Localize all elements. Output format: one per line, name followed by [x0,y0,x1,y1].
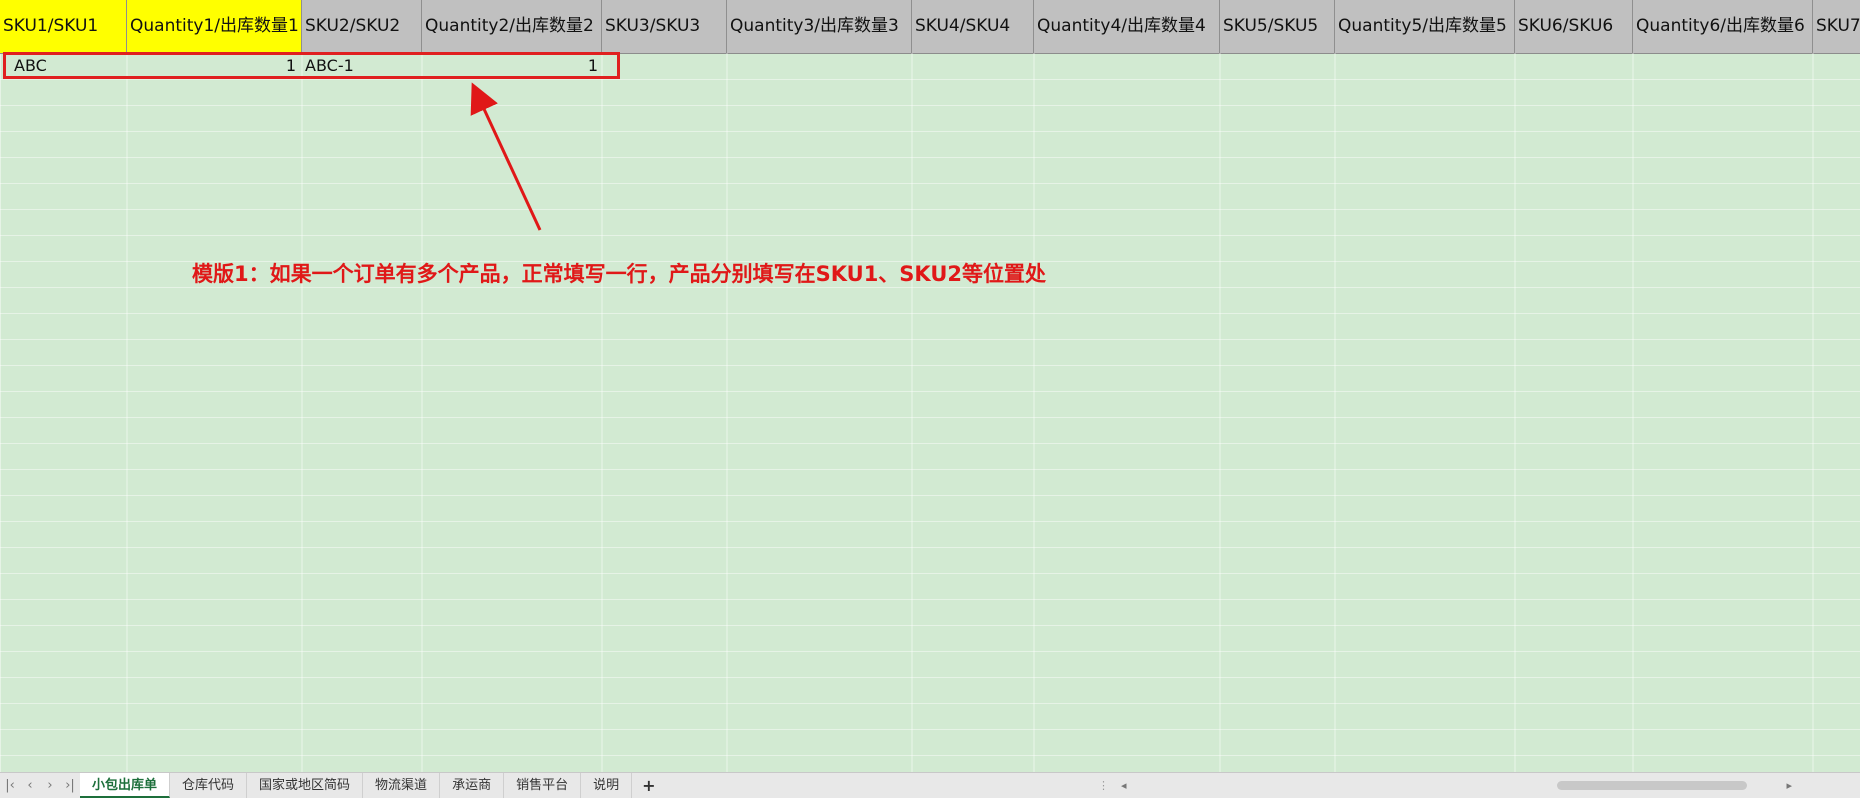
header-cell-sku1[interactable]: SKU1/SKU1 [0,0,127,53]
header-cell-quantity2[interactable]: Quantity2/出库数量2 [422,0,602,53]
header-cell-sku5[interactable]: SKU5/SKU5 [1220,0,1335,53]
prev-sheet-button[interactable]: ‹ [20,778,40,793]
highlight-box [3,52,620,79]
annotation-text: 模版1：如果一个订单有多个产品，正常填写一行，产品分别填写在SKU1、SKU2等… [192,262,1046,286]
header-cell-quantity5[interactable]: Quantity5/出库数量5 [1335,0,1515,53]
scroll-right-icon[interactable]: ▸ [1787,779,1793,792]
tab-cangku-daima[interactable]: 仓库代码 [170,773,248,798]
header-cell-quantity1[interactable]: Quantity1/出库数量1 [127,0,302,53]
first-sheet-button[interactable]: |‹ [0,778,20,793]
header-cell-sku2[interactable]: SKU2/SKU2 [302,0,422,53]
header-cell-sku3[interactable]: SKU3/SKU3 [602,0,727,53]
tab-wuliu-qudao[interactable]: 物流渠道 [363,773,441,798]
add-sheet-button[interactable]: + [632,776,665,795]
header-cell-quantity6[interactable]: Quantity6/出库数量6 [1633,0,1813,53]
red-arrow-icon [470,82,542,231]
sheet-tab-bar: |‹ ‹ › ›| 小包出库单 仓库代码 国家或地区简码 物流渠道 承运商 销售… [0,772,1860,798]
header-cell-quantity4[interactable]: Quantity4/出库数量4 [1034,0,1220,53]
next-sheet-button[interactable]: › [40,778,60,793]
header-cell-sku4[interactable]: SKU4/SKU4 [912,0,1034,53]
scroll-thumb[interactable] [1556,781,1747,790]
tab-chengyunshang[interactable]: 承运商 [440,773,505,798]
scroll-left-icon[interactable]: ◂ [1121,779,1127,792]
horizontal-scrollbar[interactable]: ⋮ ◂ ▸ [1098,773,1792,798]
header-cell-sku6[interactable]: SKU6/SKU6 [1515,0,1633,53]
tab-xiaobao-chukudan[interactable]: 小包出库单 [80,773,171,798]
header-cell-sku7[interactable]: SKU7/ [1813,0,1860,53]
last-sheet-button[interactable]: ›| [60,778,80,793]
tab-guojia-jianma[interactable]: 国家或地区简码 [247,773,364,798]
column-gridlines [126,53,1814,772]
scroll-split-handle-icon[interactable]: ⋮ [1098,779,1109,792]
tab-shuoming[interactable]: 说明 [581,773,633,798]
header-cell-quantity3[interactable]: Quantity3/出库数量3 [727,0,912,53]
header-row: SKU1/SKU1 Quantity1/出库数量1 SKU2/SKU2 Quan… [0,0,1860,54]
scroll-track[interactable] [1137,781,1777,790]
tab-xiaoshou-pingtai[interactable]: 销售平台 [504,773,582,798]
spreadsheet-grid[interactable]: SKU1/SKU1 Quantity1/出库数量1 SKU2/SKU2 Quan… [0,0,1860,772]
